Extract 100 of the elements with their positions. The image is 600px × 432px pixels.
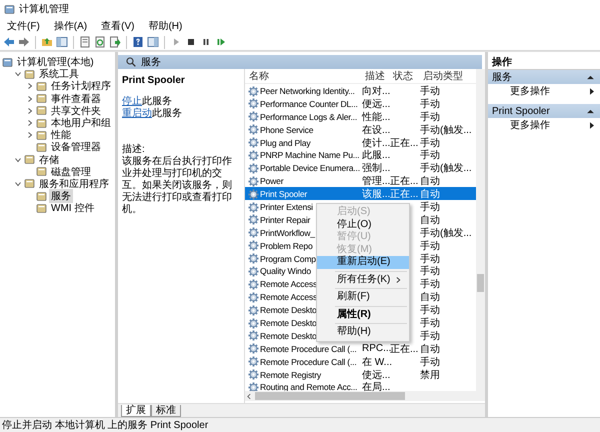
table-cell[interactable]: Remote Procedure Call (... bbox=[260, 356, 357, 367]
export-icon[interactable] bbox=[109, 36, 121, 48]
tree-item[interactable]: 任务计划程序 bbox=[49, 79, 113, 94]
table-cell[interactable]: PrintWorkflow_ bbox=[260, 228, 315, 238]
forward-arrow-icon[interactable] bbox=[18, 36, 30, 48]
menu-item[interactable]: 帮助(H) bbox=[147, 19, 184, 33]
stop-icon[interactable] bbox=[185, 36, 197, 48]
restart-icon[interactable] bbox=[215, 36, 227, 48]
document-icon[interactable] bbox=[79, 36, 91, 48]
section-header[interactable]: Print Spooler bbox=[488, 104, 600, 118]
action-item[interactable]: 更多操作 bbox=[488, 118, 600, 132]
tree-item[interactable]: 本地用户和组 bbox=[49, 116, 113, 130]
table-cell-text: 自动 bbox=[419, 175, 441, 188]
table-cell[interactable]: Print Spooler bbox=[260, 189, 308, 200]
table-cell[interactable]: Peer Networking Identity... bbox=[260, 86, 355, 96]
menu-item[interactable]: 操作(A) bbox=[52, 19, 88, 33]
tree-item[interactable]: 设备管理器 bbox=[49, 140, 103, 154]
menu-item[interactable]: 重新启动(E) bbox=[317, 256, 409, 268]
collapse-icon[interactable] bbox=[587, 74, 594, 80]
expand-icon[interactable] bbox=[27, 96, 33, 102]
action-text: 停止此服务 bbox=[122, 96, 173, 108]
table-cell[interactable]: Quality Windo bbox=[260, 266, 311, 276]
column-header[interactable]: 状态 bbox=[389, 69, 419, 83]
column-header[interactable]: 描述 bbox=[361, 69, 389, 83]
table-cell-text: 正在... bbox=[390, 136, 419, 150]
collapse-icon[interactable] bbox=[15, 156, 21, 163]
menu-item[interactable]: 查看(V) bbox=[100, 19, 136, 33]
tree-item[interactable]: 系统工具 bbox=[37, 67, 81, 82]
table-cell[interactable]: Printer Repair bbox=[260, 214, 310, 225]
folder-icon[interactable] bbox=[41, 36, 53, 48]
table-cell[interactable]: Portable Device Enumera... bbox=[260, 163, 360, 174]
tab[interactable]: 扩展 bbox=[121, 405, 151, 417]
refresh-icon[interactable] bbox=[94, 36, 106, 48]
panel-icon[interactable] bbox=[56, 36, 68, 48]
chevron-icon bbox=[590, 122, 594, 128]
window-icon bbox=[36, 105, 47, 116]
menu-item[interactable]: 文件(F) bbox=[6, 19, 41, 33]
expand-icon[interactable] bbox=[27, 132, 33, 138]
menu-item[interactable]: 帮助(H) bbox=[317, 326, 409, 338]
collapse-icon[interactable] bbox=[15, 71, 21, 78]
table-cell-text: 手动 bbox=[419, 200, 441, 214]
expand-icon[interactable] bbox=[27, 83, 33, 90]
scrollbar-thumb[interactable] bbox=[255, 392, 405, 400]
tree-item[interactable]: 磁盘管理 bbox=[49, 164, 93, 179]
gear-icon bbox=[248, 278, 259, 290]
table-cell[interactable]: Remote Deskto bbox=[260, 330, 317, 341]
column-header[interactable]: 名称 bbox=[245, 69, 361, 83]
action-link[interactable]: 停止 bbox=[122, 96, 142, 107]
table-cell-text: 手动 bbox=[419, 316, 441, 330]
gear-icon bbox=[248, 343, 259, 354]
tree-item[interactable]: 共享文件夹 bbox=[49, 104, 103, 118]
scroll-left-icon[interactable] bbox=[247, 392, 251, 400]
window-icon bbox=[36, 202, 47, 214]
table-cell-text: 自动 bbox=[419, 188, 441, 202]
window-icon bbox=[24, 178, 35, 190]
tree-item[interactable]: WMI 控件 bbox=[49, 201, 96, 216]
menu-item[interactable]: 所有任务(K) bbox=[317, 274, 409, 286]
section-header[interactable]: 服务 bbox=[488, 70, 600, 84]
table-cell[interactable]: Remote Registry bbox=[260, 370, 321, 380]
tab[interactable]: 标准 bbox=[151, 405, 181, 417]
table-cell-text: 手动 bbox=[419, 264, 441, 278]
tree-item[interactable]: 服务和应用程序 bbox=[37, 176, 111, 191]
tree-item[interactable]: 性能 bbox=[49, 128, 73, 142]
back-arrow-icon[interactable] bbox=[3, 36, 15, 48]
tree-item[interactable]: 存储 bbox=[37, 152, 61, 167]
menu-item[interactable]: 刷新(F) bbox=[317, 291, 409, 304]
table-cell[interactable]: Remote Deskto bbox=[260, 318, 317, 328]
expand-icon[interactable] bbox=[27, 108, 33, 114]
collapse-icon[interactable] bbox=[15, 180, 21, 187]
table-cell-text: 手动(触发... bbox=[419, 162, 473, 176]
table-cell[interactable]: PNRP Machine Name Pu... bbox=[260, 150, 360, 160]
table-cell[interactable]: Printer Extensi bbox=[260, 202, 313, 212]
table-cell[interactable]: Program Comp bbox=[260, 254, 316, 264]
table-cell[interactable]: Performance Logs & Aler... bbox=[260, 112, 358, 122]
tree-item[interactable]: 计算机管理(本地) bbox=[15, 55, 96, 70]
expand-icon[interactable] bbox=[27, 120, 33, 126]
table-cell[interactable]: Performance Counter DL... bbox=[260, 98, 358, 109]
table-cell-text: 使远... bbox=[361, 368, 389, 382]
help-icon[interactable] bbox=[132, 36, 144, 48]
table-cell[interactable]: Problem Repo bbox=[260, 240, 313, 251]
tree-item[interactable]: 服务 bbox=[49, 189, 73, 204]
gear-icon bbox=[248, 214, 259, 226]
tree-item[interactable]: 事件查看器 bbox=[49, 92, 103, 106]
table-cell[interactable]: Remote Deskto bbox=[260, 305, 317, 316]
table-cell[interactable]: Remote Procedure Call (... bbox=[260, 344, 357, 354]
menu-item[interactable]: 属性(R) bbox=[317, 308, 409, 321]
action-item[interactable]: 更多操作 bbox=[488, 84, 600, 98]
scrollbar[interactable] bbox=[476, 69, 485, 391]
action-link[interactable]: 重启动 bbox=[122, 108, 152, 119]
table-cell-text: 手动 bbox=[419, 252, 441, 266]
gear-icon bbox=[248, 369, 259, 380]
table-cell[interactable]: Routing and Remote Acc... bbox=[260, 382, 358, 392]
panel-icon[interactable] bbox=[147, 36, 159, 48]
table-cell-text: 手动 bbox=[419, 148, 441, 162]
table-cell[interactable]: Plug and Play bbox=[260, 138, 310, 148]
menu-item[interactable]: 停止(O) bbox=[317, 218, 409, 231]
collapse-icon[interactable] bbox=[587, 108, 594, 114]
table-cell[interactable]: Power bbox=[260, 176, 284, 186]
column-header[interactable]: 启动类型 bbox=[419, 69, 473, 83]
table-cell[interactable]: Phone Service bbox=[260, 124, 314, 135]
